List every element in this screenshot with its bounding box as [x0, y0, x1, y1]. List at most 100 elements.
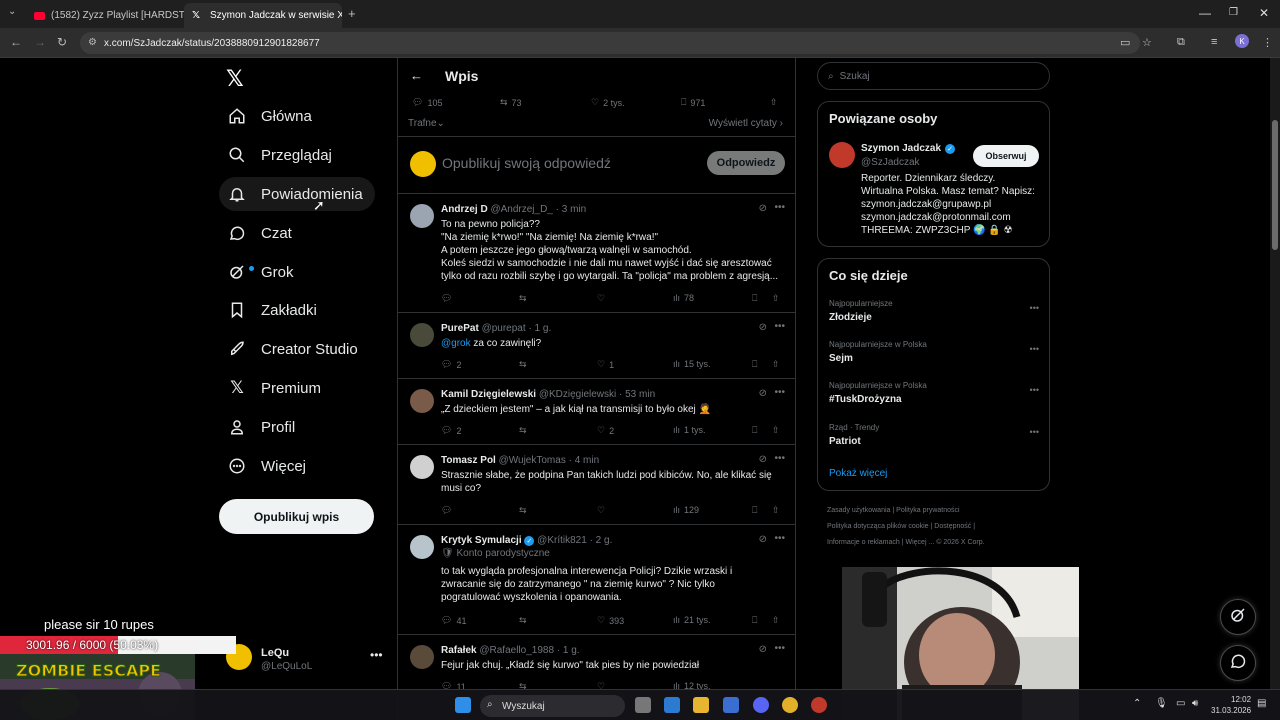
forward-icon[interactable]: →	[34, 35, 46, 49]
file-explorer-icon[interactable]	[693, 697, 709, 713]
taskbar-search[interactable]: ⌕ Wyszukaj	[480, 695, 625, 717]
footer-link[interactable]: Informacje o reklamach	[827, 539, 900, 546]
like-stat[interactable]: ♡ 393	[597, 615, 624, 626]
nav-item-profile[interactable]: Profil	[219, 410, 307, 444]
grok-icon[interactable]: ⊘	[759, 203, 767, 214]
messages-fab[interactable]	[1220, 645, 1256, 681]
nav-item-premium[interactable]: 𝕏 Premium	[219, 371, 333, 405]
account-switcher[interactable]: LeQu @LeQuLoL •••	[226, 640, 386, 680]
extensions-icon[interactable]: ⧉	[1177, 36, 1185, 49]
repost-icon[interactable]: ⇆	[519, 615, 527, 626]
more-icon[interactable]: •••	[774, 202, 785, 213]
tray-chevron-icon[interactable]: ⌃	[1133, 698, 1141, 709]
trend-item[interactable]: Najpopularniejsze Złodzieje •••	[829, 299, 1039, 323]
grok-icon[interactable]: ⊘	[759, 644, 767, 655]
reply-tweet[interactable]: PurePat @purepat · 1 g. ⊘ ••• @grok za c…	[398, 313, 795, 379]
like-stat[interactable]: ♡ 2	[597, 425, 614, 436]
discord-icon[interactable]	[753, 697, 769, 713]
more-icon[interactable]: •••	[370, 648, 383, 662]
store-icon[interactable]	[723, 697, 739, 713]
mention-link[interactable]: @grok	[441, 338, 471, 349]
tab-youtube[interactable]: (1582) Zyzz Playlist [HARDSTYL ✕	[26, 3, 184, 28]
star-icon[interactable]: ☆	[1142, 36, 1152, 49]
like-stat[interactable]: ♡ 1	[597, 359, 614, 370]
repost-icon[interactable]: ⇆	[519, 425, 527, 436]
grok-icon[interactable]: ⊘	[759, 388, 767, 399]
sort-dropdown[interactable]: Trafne⌄	[408, 118, 445, 129]
reload-icon[interactable]: ↻	[57, 35, 67, 49]
bookmark-icon[interactable]: ⎕	[752, 293, 757, 304]
tweet-author[interactable]: Rafałek	[441, 645, 477, 656]
reading-list-icon[interactable]: ≡	[1211, 36, 1217, 48]
share-icon[interactable]: ⇧	[770, 97, 778, 108]
more-icon[interactable]: •••	[774, 321, 785, 332]
related-name[interactable]: Szymon Jadczak ✓	[861, 143, 956, 154]
bookmark-stat[interactable]: ⎕ 971	[681, 97, 705, 108]
footer-link[interactable]: Polityka prywatności	[896, 507, 959, 514]
window-close-icon[interactable]: ✕	[1259, 6, 1269, 20]
repost-icon[interactable]: ⇆	[519, 505, 527, 516]
more-icon[interactable]: •••	[774, 643, 785, 654]
nav-item-chat[interactable]: Czat	[219, 216, 304, 250]
tweet-author[interactable]: Krytyk Symulacji	[441, 535, 522, 546]
url-field[interactable]: ⚙ x.com/SzJadczak/status/203888091290182…	[80, 32, 1140, 54]
task-view-icon[interactable]	[635, 697, 651, 713]
taskbar-clock[interactable]: 12:02 31.03.2026	[1211, 694, 1251, 716]
reply-button[interactable]: Odpowiedz	[707, 151, 785, 175]
reply-icon[interactable]: 💬︎	[441, 293, 452, 304]
views-stat[interactable]: ılı 15 tys.	[673, 359, 711, 369]
views-stat[interactable]: ılı 21 tys.	[673, 615, 711, 625]
share-icon[interactable]: ⇧	[772, 425, 780, 436]
reply-input[interactable]: Opublikuj swoją odpowiedź	[442, 155, 611, 171]
opera-icon[interactable]	[811, 697, 827, 713]
tweet-author[interactable]: Kamil Dzięgielewski	[441, 389, 536, 400]
grok-icon[interactable]: ⊘	[759, 454, 767, 465]
reply-stat[interactable]: 💬︎ 2	[441, 359, 461, 370]
follow-button[interactable]: Obserwuj	[973, 145, 1039, 167]
tab-search-icon[interactable]: ⌄	[8, 6, 16, 17]
view-quotes-link[interactable]: Wyświetl cytaty ›	[709, 118, 783, 129]
reply-tweet[interactable]: Kamil Dzięgielewski @KDzięgielewski · 53…	[398, 379, 795, 445]
nav-item-bookmarks[interactable]: Zakładki	[219, 293, 329, 327]
grok-icon[interactable]: ⊘	[759, 534, 767, 545]
minimize-icon[interactable]: —	[1199, 6, 1211, 20]
back-arrow-icon[interactable]: ←	[410, 68, 423, 83]
publish-post-button[interactable]: Opublikuj wpis	[219, 499, 374, 534]
like-stat[interactable]: ♡ 2 tys.	[591, 97, 625, 108]
bookmark-icon[interactable]: ⎕	[752, 615, 757, 626]
grok-icon[interactable]: ⊘	[759, 322, 767, 333]
tweet-author[interactable]: PurePat	[441, 323, 479, 334]
reply-stat[interactable]: 💬︎ 105	[412, 97, 442, 108]
views-stat[interactable]: ılı 1 tys.	[673, 425, 706, 435]
repost-icon[interactable]: ⇆	[519, 359, 527, 370]
bookmark-icon[interactable]: ⎕	[752, 425, 757, 436]
tab-x-post[interactable]: 𝕏 Szymon Jadczak w serwisie X: .. ✕	[184, 3, 342, 28]
volume-icon[interactable]: 🔊︎	[1192, 698, 1198, 709]
page-scrollbar[interactable]	[1270, 58, 1280, 689]
x-logo-icon[interactable]: 𝕏	[226, 66, 244, 92]
more-icon[interactable]: •••	[774, 533, 785, 544]
reply-stat[interactable]: 💬︎ 2	[441, 425, 461, 436]
share-icon[interactable]: ⇧	[772, 505, 780, 516]
nav-item-creator-studio[interactable]: Creator Studio	[219, 332, 370, 366]
reply-icon[interactable]: 💬︎	[441, 505, 452, 516]
tweet-author[interactable]: Tomasz Pol	[441, 455, 496, 466]
notifications-icon[interactable]: ▤	[1257, 698, 1266, 709]
repost-stat[interactable]: ⇆ 73	[500, 97, 522, 108]
outlook-icon[interactable]	[664, 697, 680, 713]
more-icon[interactable]: •••	[1030, 344, 1039, 354]
cast-icon[interactable]: ▭	[1120, 36, 1130, 49]
footer-link[interactable]: Zasady użytkowania	[827, 507, 890, 514]
search-input[interactable]: ⌕ Szukaj	[817, 62, 1050, 90]
chrome-icon[interactable]	[782, 697, 798, 713]
trend-item[interactable]: Rząd · Trendy Patriot •••	[829, 423, 1039, 447]
nav-item-grok[interactable]: Grok	[219, 255, 306, 289]
show-more-link[interactable]: Pokaż więcej	[829, 468, 887, 479]
network-icon[interactable]: ▭	[1176, 698, 1185, 709]
reply-stat[interactable]: 💬︎ 41	[441, 615, 466, 626]
scrollbar-thumb[interactable]	[1272, 120, 1278, 250]
share-icon[interactable]: ⇧	[772, 615, 780, 626]
site-info-icon[interactable]: ⚙	[88, 37, 97, 48]
heart-icon[interactable]: ♡	[597, 505, 605, 516]
restore-icon[interactable]: ❐	[1229, 7, 1238, 18]
